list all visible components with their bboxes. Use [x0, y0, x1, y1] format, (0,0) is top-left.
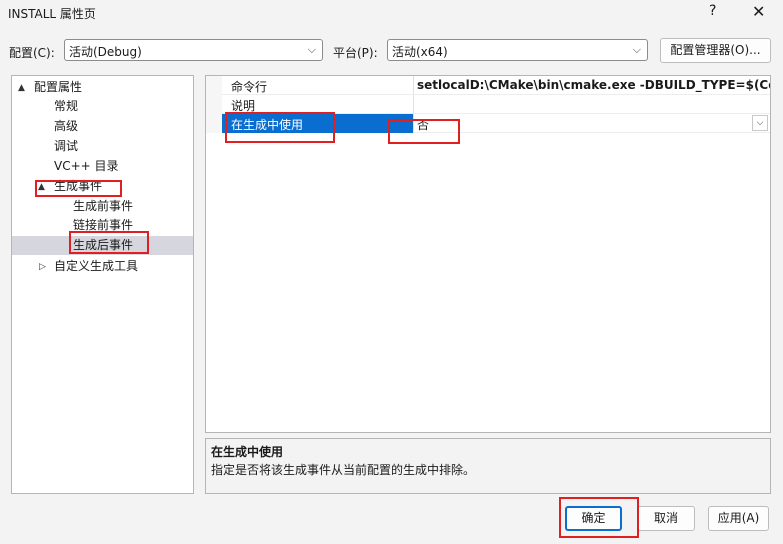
property-row-command-line[interactable]: 命令行 setlocalD:\CMake\bin\cmake.exe -DBUI… [206, 76, 770, 95]
config-manager-button[interactable]: 配置管理器(O)... [660, 38, 771, 63]
tree-item-custom-build[interactable]: 自定义生成工具 [54, 257, 138, 276]
tree-item-post-build-selected[interactable]: 生成后事件 [12, 236, 193, 255]
description-panel: 在生成中使用 指定是否将该生成事件从当前配置的生成中排除。 [205, 438, 771, 494]
property-value[interactable]: 否 [417, 116, 429, 133]
description-title: 在生成中使用 [211, 445, 284, 459]
tree-item-debugging[interactable]: 调试 [54, 137, 78, 156]
collapsed-arrow-icon[interactable]: ▷ [39, 262, 46, 272]
expanded-arrow-icon[interactable]: ▲ [38, 182, 45, 192]
config-label: 配置(C): [9, 46, 55, 60]
apply-button[interactable]: 应用(A) [708, 506, 769, 531]
tree-item-config-properties[interactable]: 配置属性 [34, 78, 82, 97]
tree-item-pre-build[interactable]: 生成前事件 [73, 197, 133, 216]
property-grid: 命令行 setlocalD:\CMake\bin\cmake.exe -DBUI… [205, 75, 771, 433]
property-row-use-in-build[interactable]: 在生成中使用 否 ⌵ [206, 114, 770, 133]
property-value[interactable]: setlocalD:\CMake\bin\cmake.exe -DBUILD_T… [417, 78, 770, 92]
platform-label: 平台(P): [333, 46, 378, 60]
tree-item-general[interactable]: 常规 [54, 97, 78, 116]
platform-value: 活动(x64) [392, 45, 448, 59]
config-value: 活动(Debug) [69, 45, 142, 59]
property-name: 在生成中使用 [231, 118, 304, 132]
title-bar: INSTALL 属性页 ? ✕ [0, 0, 783, 30]
row-gutter [206, 114, 222, 133]
row-gutter [206, 76, 222, 95]
expanded-arrow-icon[interactable]: ▲ [18, 83, 25, 93]
tree-item-advanced[interactable]: 高级 [54, 117, 78, 136]
platform-dropdown[interactable]: 活动(x64) ⌵ [387, 39, 648, 61]
tree-item-post-build-label: 生成后事件 [73, 238, 134, 252]
chevron-down-icon[interactable]: ⌵ [752, 115, 768, 131]
window-title: INSTALL 属性页 [8, 7, 96, 21]
chevron-down-icon: ⌵ [307, 43, 316, 56]
property-name: 说明 [231, 99, 256, 113]
row-gutter [206, 95, 222, 114]
description-text: 指定是否将该生成事件从当前配置的生成中排除。 [211, 463, 476, 477]
property-name: 命令行 [231, 80, 268, 94]
tree-item-pre-link[interactable]: 链接前事件 [73, 216, 133, 235]
help-button[interactable]: ? [709, 3, 716, 19]
tree-item-build-events[interactable]: 生成事件 [54, 177, 102, 196]
config-dropdown[interactable]: 活动(Debug) ⌵ [64, 39, 323, 61]
tree-item-vc-directories[interactable]: VC++ 目录 [54, 157, 119, 176]
cancel-button[interactable]: 取消 [637, 506, 695, 531]
property-tree: ▲ 配置属性 常规 高级 调试 VC++ 目录 ▲ 生成事件 生成前事件 链接前… [11, 75, 194, 494]
close-button[interactable]: ✕ [752, 2, 765, 21]
chevron-down-icon: ⌵ [632, 43, 641, 56]
property-row-description[interactable]: 说明 [206, 95, 770, 114]
ok-button[interactable]: 确定 [565, 506, 622, 531]
